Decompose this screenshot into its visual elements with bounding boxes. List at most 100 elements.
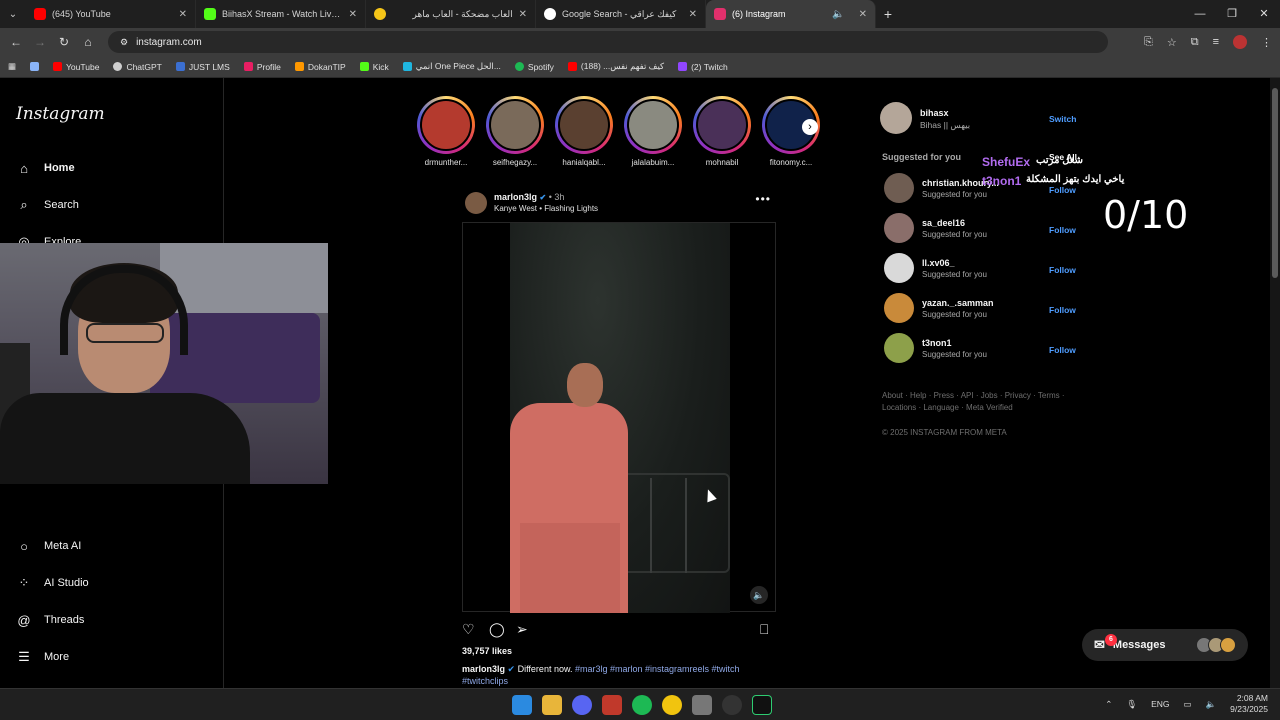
bookmark-item[interactable]: YouTube <box>53 62 99 72</box>
story-item[interactable]: jalalabuim... <box>623 96 683 167</box>
clock[interactable]: 2:08 AM 9/23/2025 <box>1230 693 1268 715</box>
restore-button[interactable]: ❐ <box>1216 0 1248 28</box>
post-author[interactable]: marlon3lg ✔ • 3h <box>494 192 564 202</box>
network-icon[interactable]: ▭ <box>1184 699 1192 710</box>
chrome-icon[interactable] <box>662 695 682 715</box>
volume-tray-icon[interactable]: 🔈 <box>1206 699 1217 710</box>
obs-icon[interactable] <box>722 695 742 715</box>
close-icon[interactable]: ✕ <box>519 9 527 20</box>
settings-icon[interactable] <box>692 695 712 715</box>
close-icon[interactable]: ✕ <box>179 9 187 20</box>
new-tab-button[interactable]: + <box>876 6 900 22</box>
bookmark-item[interactable]: Spotify <box>514 62 554 72</box>
bookmark-item[interactable]: ChatGPT <box>113 62 162 72</box>
story-item[interactable]: seifhegazy... <box>485 96 545 167</box>
browser-menu-icon[interactable]: ⋮ <box>1261 36 1272 49</box>
suggestion-username[interactable]: yazan._.samman <box>922 298 994 308</box>
instagram-logo[interactable]: Instagram <box>16 104 105 124</box>
tab-google[interactable]: Google Search - كيفك عراقي ✕ <box>536 0 706 28</box>
post-author-avatar[interactable] <box>465 192 487 214</box>
tray-overflow-icon[interactable]: ⌃ <box>1105 699 1112 710</box>
sidebar-item-home[interactable]: ⌂ Home <box>16 160 75 176</box>
reload-button[interactable]: ↻ <box>52 35 76 49</box>
suggestion-avatar[interactable] <box>884 293 914 323</box>
site-info-icon[interactable]: ⚙ <box>120 37 128 48</box>
tab-kick[interactable]: BiihasX Stream - Watch Live on ✕ <box>196 0 366 28</box>
discord-icon[interactable] <box>572 695 592 715</box>
footer-links[interactable]: About · Help · Press · API · Jobs · Priv… <box>882 390 1082 414</box>
close-icon[interactable]: ✕ <box>859 9 867 20</box>
sidebar-item-more[interactable]: ☰ More <box>16 649 69 665</box>
switch-account-button[interactable]: Switch <box>1049 114 1076 124</box>
suggestion-avatar[interactable] <box>884 213 914 243</box>
sidebar-item-threads[interactable]: @ Threads <box>16 612 84 628</box>
share-icon[interactable]: ➢ <box>516 621 528 638</box>
bookmark-item[interactable]: DokanTIP <box>294 62 346 72</box>
app-icon[interactable] <box>752 695 772 715</box>
file-explorer-icon[interactable] <box>542 695 562 715</box>
speaker-icon[interactable]: 🔈 <box>832 9 844 20</box>
suggestion-username[interactable]: t3non1 <box>922 338 952 348</box>
suggestion-avatar[interactable] <box>884 253 914 283</box>
bookmark-item[interactable]: JUST LMS <box>175 62 230 72</box>
profile-avatar[interactable] <box>1233 35 1247 49</box>
sidebar-item-meta-ai[interactable]: ○ Meta AI <box>16 538 81 554</box>
post-audio[interactable]: Kanye West • Flashing Lights <box>494 204 598 213</box>
suggestion-username[interactable]: sa_deel16 <box>922 218 965 228</box>
story-item[interactable]: drmunther... <box>416 96 476 167</box>
sidebar-item-search[interactable]: ⌕ Search <box>16 197 79 213</box>
close-icon[interactable]: ✕ <box>689 9 697 20</box>
bookmark-item[interactable] <box>30 62 40 71</box>
extensions-icon[interactable]: ⧉ <box>1191 36 1199 49</box>
story-item[interactable]: mohnabil <box>692 96 752 167</box>
tab-search-button[interactable]: ⌄ <box>0 0 26 28</box>
comment-icon[interactable]: ◯ <box>489 621 505 638</box>
url-field[interactable]: ⚙ instagram.com <box>108 31 1108 53</box>
windows-start-icon[interactable] <box>512 695 532 715</box>
suggestion-avatar[interactable] <box>884 333 914 363</box>
story-item[interactable]: hanialqabl... <box>554 96 614 167</box>
page-scrollbar[interactable] <box>1270 78 1280 688</box>
forward-button[interactable]: → <box>28 35 52 49</box>
current-user-avatar[interactable] <box>880 102 912 134</box>
volume-icon[interactable]: 🔈 <box>750 586 768 604</box>
like-icon[interactable]: ♡ <box>462 621 475 638</box>
caption-username[interactable]: marlon3lg <box>462 664 505 674</box>
bookmark-item[interactable]: انمي One Piece الحل... <box>402 61 501 72</box>
install-icon[interactable]: ⎘ <box>1144 36 1153 49</box>
bookmark-item[interactable]: (2) Twitch <box>678 62 728 72</box>
scrollbar-thumb[interactable] <box>1272 88 1278 278</box>
sidebar-item-ai-studio[interactable]: ⁘ AI Studio <box>16 575 89 591</box>
save-icon[interactable]: ⎕ <box>760 621 768 638</box>
home-button[interactable]: ⌂ <box>76 35 100 49</box>
current-username[interactable]: bihasx <box>920 108 949 118</box>
tab-youtube[interactable]: (645) YouTube ✕ <box>26 0 196 28</box>
tab-instagram[interactable]: (6) Instagram 🔈 ✕ <box>706 0 876 28</box>
spotify-icon[interactable] <box>632 695 652 715</box>
language-indicator[interactable]: ENG <box>1151 699 1169 709</box>
follow-button[interactable]: Follow <box>1049 345 1076 355</box>
suggestion-avatar[interactable] <box>884 173 914 203</box>
apps-grid-icon[interactable]: ▦ <box>8 61 16 72</box>
close-window-button[interactable]: ✕ <box>1248 0 1280 28</box>
follow-button[interactable]: Follow <box>1049 225 1076 235</box>
minimize-button[interactable]: — <box>1184 0 1216 28</box>
tab-games[interactable]: العاب مضحكة - العاب ماهر ✕ <box>366 0 536 28</box>
more-options-icon[interactable]: ••• <box>755 192 771 206</box>
bookmark-item[interactable]: كيف تفهم نفس... (188) <box>567 61 664 72</box>
back-button[interactable]: ← <box>4 35 28 49</box>
bookmark-star-icon[interactable]: ☆ <box>1167 36 1177 49</box>
close-icon[interactable]: ✕ <box>349 9 357 20</box>
bookmark-item[interactable]: Profile <box>243 62 281 72</box>
follow-button[interactable]: Follow <box>1049 265 1076 275</box>
suggestion-username[interactable]: ll.xv06_ <box>922 258 955 268</box>
stories-next-button[interactable]: › <box>802 119 818 135</box>
calculator-icon[interactable] <box>602 695 622 715</box>
post-video[interactable]: 🔈 <box>462 222 776 613</box>
bookmark-item[interactable]: Kick <box>359 62 389 72</box>
microphone-icon[interactable]: 🎙 <box>1126 699 1137 710</box>
media-icon[interactable]: ≡ <box>1213 36 1219 48</box>
messages-button[interactable]: ✉ 6 Messages <box>1082 629 1248 661</box>
follow-button[interactable]: Follow <box>1049 185 1076 195</box>
follow-button[interactable]: Follow <box>1049 305 1076 315</box>
